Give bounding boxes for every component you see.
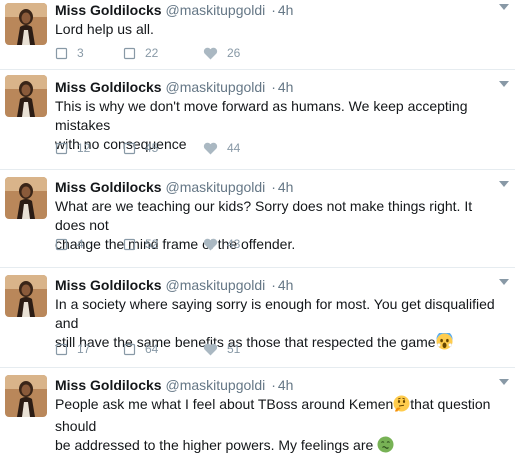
tweet-header: Miss Goldilocks @maskitupgoldi · 4h — [55, 368, 505, 395]
reply-button[interactable]: 3 — [55, 46, 123, 60]
tweet-text: Lord help us all. — [55, 20, 505, 39]
retweet-button[interactable]: 52 — [123, 237, 203, 251]
thinking-face-emoji — [393, 395, 410, 417]
tweet[interactable]: Miss Goldilocks @maskitupgoldi · 4h Peopl… — [0, 368, 515, 453]
chevron-down-icon[interactable] — [499, 279, 509, 285]
display-name[interactable]: Miss Goldilocks — [55, 277, 162, 293]
reply-count: 17 — [77, 342, 91, 356]
reply-icon — [55, 343, 68, 355]
avatar[interactable] — [5, 375, 47, 417]
username[interactable]: @maskitupgoldi — [165, 377, 265, 393]
username[interactable]: @maskitupgoldi — [165, 79, 265, 95]
tweet[interactable]: Miss Goldilocks @maskitupgoldi · 4h This … — [0, 70, 515, 170]
retweet-count: 64 — [145, 342, 159, 356]
retweet-count: 52 — [145, 237, 159, 251]
heart-icon — [203, 142, 218, 155]
timestamp[interactable]: 4h — [278, 2, 294, 18]
retweet-icon — [123, 238, 136, 250]
chevron-down-icon[interactable] — [499, 4, 509, 10]
timestamp[interactable]: 4h — [278, 179, 294, 195]
tweet[interactable]: Miss Goldilocks @maskitupgoldi · 4h In a … — [0, 268, 515, 368]
separator: · — [271, 377, 276, 393]
tweet-text-line: In a society where saying sorry is enoug… — [55, 296, 495, 331]
like-button[interactable]: 51 — [203, 342, 263, 356]
face-screaming-emoji — [436, 331, 453, 355]
tweet-text-line: Lord help us all. — [55, 21, 154, 37]
display-name[interactable]: Miss Goldilocks — [55, 2, 162, 18]
chevron-down-icon[interactable] — [499, 181, 509, 187]
tweet-text-line: People ask me what I feel about TBoss ar… — [55, 395, 505, 436]
tweet-actions: 12 45 44 — [55, 139, 263, 157]
like-button[interactable]: 44 — [203, 141, 263, 155]
retweet-button[interactable]: 64 — [123, 342, 203, 356]
retweet-button[interactable]: 45 — [123, 141, 203, 155]
avatar[interactable] — [5, 75, 47, 117]
reply-button[interactable]: 4 — [55, 237, 123, 251]
tweet-text-line: This is why we don't move forward as hum… — [55, 98, 468, 133]
like-count: 44 — [227, 141, 241, 155]
like-button[interactable]: 43 — [203, 237, 263, 251]
like-button[interactable]: 26 — [203, 46, 263, 60]
tweet-header: Miss Goldilocks @maskitupgoldi · 4h — [55, 268, 505, 295]
tweet-header: Miss Goldilocks @maskitupgoldi · 4h — [55, 170, 505, 197]
tweet-actions: 4 52 43 — [55, 235, 263, 253]
username[interactable]: @maskitupgoldi — [165, 2, 265, 18]
tweet[interactable]: Miss Goldilocks @maskitupgoldi · 4h What … — [0, 170, 515, 268]
reply-icon — [55, 238, 68, 250]
tweet[interactable]: Miss Goldilocks @maskitupgoldi · 4h Lord … — [0, 0, 515, 70]
tweet-actions: 3 22 26 — [55, 44, 263, 62]
reply-count: 4 — [77, 237, 84, 251]
tweet-text: People ask me what I feel about TBoss ar… — [55, 395, 505, 458]
retweet-button[interactable]: 22 — [123, 46, 203, 60]
heart-icon — [203, 343, 218, 356]
retweet-icon — [123, 343, 136, 355]
display-name[interactable]: Miss Goldilocks — [55, 79, 162, 95]
timestamp[interactable]: 4h — [278, 377, 294, 393]
heart-icon — [203, 47, 218, 60]
username[interactable]: @maskitupgoldi — [165, 277, 265, 293]
timestamp[interactable]: 4h — [278, 277, 294, 293]
retweet-count: 45 — [145, 141, 159, 155]
like-count: 51 — [227, 342, 241, 356]
reply-count: 3 — [77, 46, 84, 60]
retweet-icon — [123, 47, 136, 59]
nauseated-face-emoji — [377, 436, 394, 458]
avatar[interactable] — [5, 3, 47, 45]
tweet-text-line: be addressed to the higher powers. My fe… — [55, 436, 505, 458]
retweet-icon — [123, 142, 136, 154]
separator: · — [271, 277, 276, 293]
display-name[interactable]: Miss Goldilocks — [55, 377, 162, 393]
display-name[interactable]: Miss Goldilocks — [55, 179, 162, 195]
reply-icon — [55, 142, 68, 154]
tweet-header: Miss Goldilocks @maskitupgoldi · 4h — [55, 0, 505, 20]
like-count: 26 — [227, 46, 241, 60]
tweet-text-segment: People ask me what I feel about TBoss ar… — [55, 396, 394, 412]
tweet-text-segment: be addressed to the higher powers. My fe… — [55, 437, 378, 453]
retweet-count: 22 — [145, 46, 159, 60]
avatar[interactable] — [5, 275, 47, 317]
reply-button[interactable]: 12 — [55, 141, 123, 155]
tweet-header: Miss Goldilocks @maskitupgoldi · 4h — [55, 70, 505, 97]
reply-count: 12 — [77, 141, 91, 155]
separator: · — [271, 179, 276, 195]
tweet-feed: Miss Goldilocks @maskitupgoldi · 4h Lord … — [0, 0, 515, 453]
reply-icon — [55, 47, 68, 59]
separator: · — [271, 79, 276, 95]
chevron-down-icon[interactable] — [499, 81, 509, 87]
chevron-down-icon[interactable] — [499, 379, 509, 385]
tweet-actions: 17 64 51 — [55, 340, 263, 358]
avatar[interactable] — [5, 177, 47, 219]
tweet-text-line: What are we teaching our kids? Sorry doe… — [55, 198, 473, 233]
separator: · — [271, 2, 276, 18]
username[interactable]: @maskitupgoldi — [165, 179, 265, 195]
heart-icon — [203, 238, 218, 251]
timestamp[interactable]: 4h — [278, 79, 294, 95]
reply-button[interactable]: 17 — [55, 342, 123, 356]
like-count: 43 — [227, 237, 241, 251]
